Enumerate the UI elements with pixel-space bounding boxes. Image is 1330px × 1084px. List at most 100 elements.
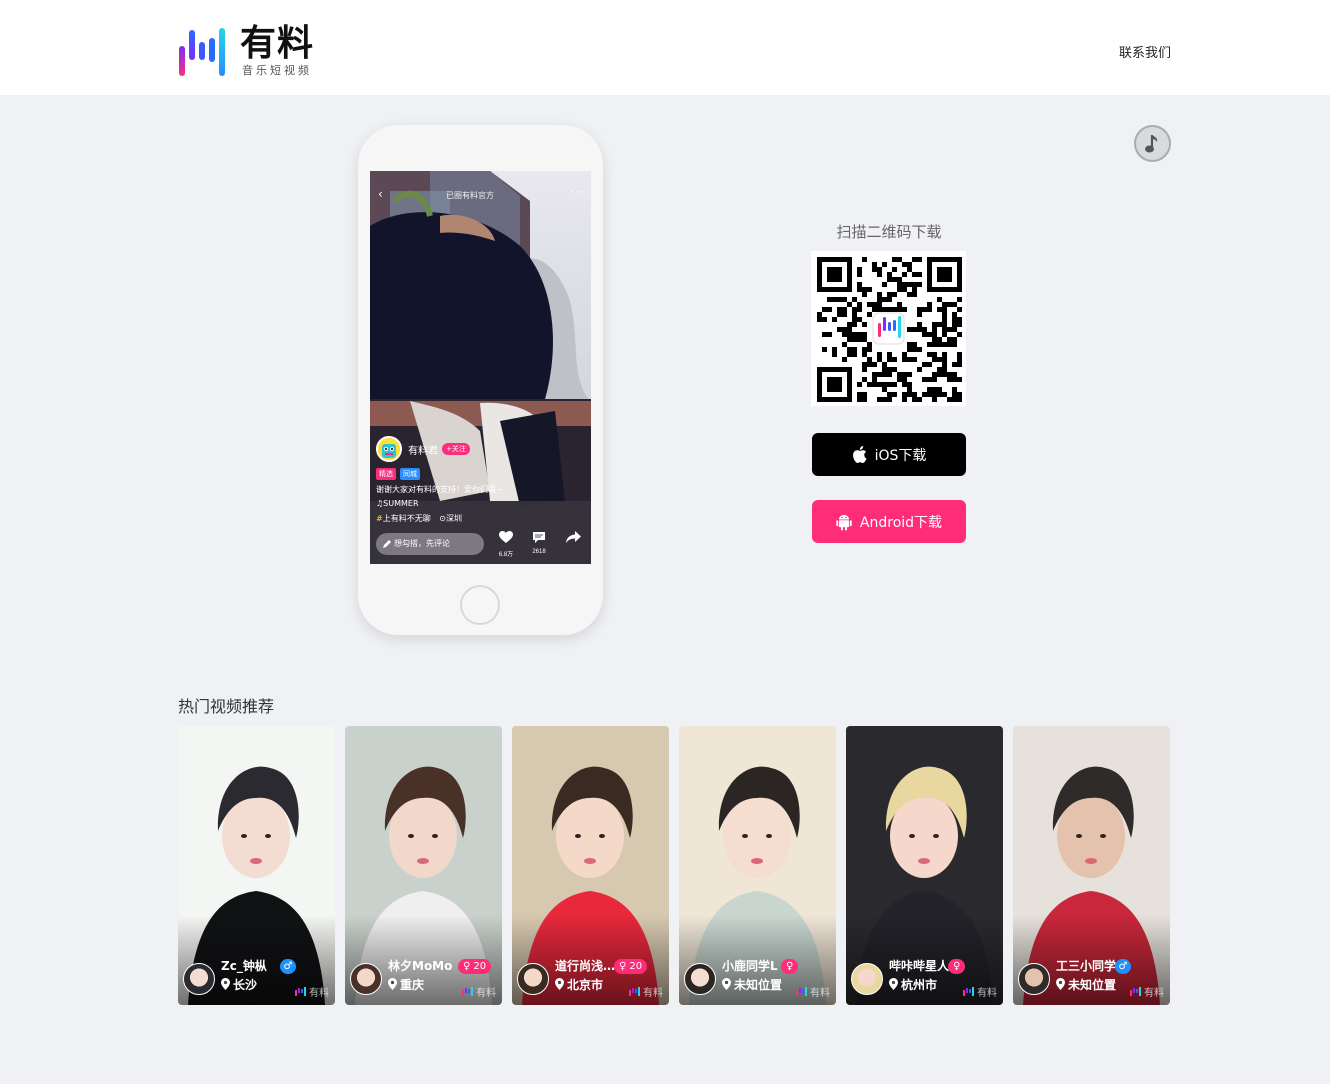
user-location: 长沙 <box>221 976 257 993</box>
share-icon <box>565 531 581 543</box>
android-icon <box>836 514 852 530</box>
android-download-button[interactable]: Android下载 <box>812 500 966 543</box>
watermark-label: 有料 <box>977 988 997 999</box>
user-name[interactable]: 工三小同学 <box>1056 957 1116 974</box>
watermark-logo-icon <box>963 987 974 996</box>
watermark-logo-icon <box>629 987 640 996</box>
music-toggle-button[interactable] <box>1134 125 1171 162</box>
user-location: 未知位置 <box>722 976 782 993</box>
watermark: 有料 <box>629 984 663 999</box>
location-pin-icon <box>221 978 233 992</box>
channel-label: 已圈有料官方 <box>446 191 494 200</box>
video-card[interactable]: Zc_钟枞 ♂ 长沙有料 <box>178 726 335 1005</box>
heart-icon <box>499 531 513 543</box>
watermark: 有料 <box>462 984 496 999</box>
location-pin-icon <box>1056 978 1068 992</box>
logo-bars-icon <box>179 28 225 76</box>
topic-hash-icon: # <box>376 514 383 523</box>
watermark: 有料 <box>796 984 830 999</box>
comment-input[interactable]: 想勾搭，先评论 <box>376 533 484 555</box>
location-pin-icon <box>388 978 400 992</box>
video-card[interactable]: 道行尚浅… ♀ 20 北京市 有料 <box>512 726 669 1005</box>
watermark-logo-icon <box>462 987 473 996</box>
follow-button[interactable]: +关注 <box>442 443 470 455</box>
video-card[interactable]: 林夕MoMo ♀ 20 重庆有料 <box>345 726 502 1005</box>
location-pin-icon <box>889 978 901 992</box>
location-pin-icon <box>722 978 734 992</box>
female-icon: ♀ <box>953 961 961 972</box>
user-name[interactable]: 小鹿同学L <box>722 957 778 974</box>
location-label: 长沙 <box>233 978 258 992</box>
logo[interactable]: 有料 音乐短视频 <box>178 24 318 78</box>
watermark-label: 有料 <box>476 988 496 999</box>
android-download-label: Android下载 <box>859 514 943 531</box>
location-label: 重庆 <box>400 978 425 992</box>
tag-featured: 精选 <box>376 468 396 480</box>
ios-download-button[interactable]: iOS下载 <box>812 433 966 476</box>
watermark: 有料 <box>1130 984 1164 999</box>
comment-button[interactable]: 2618 <box>527 531 551 555</box>
female-badge: ♀ <box>948 959 966 974</box>
user-name[interactable]: Zc_钟枞 <box>221 957 267 974</box>
watermark-label: 有料 <box>1144 988 1164 999</box>
logo-subtitle: 音乐短视频 <box>242 64 312 77</box>
female-badge: ♀ 20 <box>614 959 648 974</box>
mascot-icon <box>378 438 400 460</box>
logo-title: 有料 <box>240 23 315 64</box>
hot-videos-list: Zc_钟枞 ♂ 长沙 有料 林夕MoMo ♀ 20 重庆 有料 道行尚浅… ♀ 20 北京市 有料 小鹿同学… <box>178 726 1170 1005</box>
user-avatar[interactable] <box>350 963 382 995</box>
location-label: 未知位置 <box>734 978 783 992</box>
share-button[interactable] <box>561 531 585 549</box>
tag-local: 同城 <box>400 468 420 480</box>
male-badge: ♂ <box>280 959 296 974</box>
user-name[interactable]: 道行尚浅… <box>555 957 615 974</box>
location-pin-small-icon: ⊙ <box>439 514 446 523</box>
download-qr-code <box>811 251 966 406</box>
user-location: 北京市 <box>555 976 603 993</box>
female-badge: ♀ 20 <box>458 959 492 974</box>
ios-download-label: iOS下载 <box>874 447 927 464</box>
author-name: 有料君 <box>408 445 438 457</box>
video-caption: 谢谢大家对有料的支持！爱你们哦~ <box>376 485 503 494</box>
author-avatar[interactable] <box>376 436 402 462</box>
watermark-label: 有料 <box>309 988 329 999</box>
user-location: 未知位置 <box>1056 976 1116 993</box>
user-location: 重庆 <box>388 976 424 993</box>
video-card[interactable]: 工三小同学 ♂ 未知位置 有料 <box>1013 726 1170 1005</box>
like-count: 6.8万 <box>498 552 514 558</box>
user-name[interactable]: 林夕MoMo <box>388 957 452 974</box>
user-avatar[interactable] <box>851 963 883 995</box>
phone-screen-preview: ‹ 已圈有料官方 ··· 有料君 +关注 精选 同城 谢谢大家对有料的支持！爱你… <box>370 171 591 564</box>
user-name[interactable]: 哔咔哔星人 <box>889 957 949 974</box>
badge-count: 20 <box>629 961 643 972</box>
watermark-label: 有料 <box>810 988 830 999</box>
badge-count: 20 <box>473 961 487 972</box>
location-label: 北京市 <box>567 978 604 992</box>
female-icon: ♀ <box>619 961 627 972</box>
female-icon: ♀ <box>463 961 471 972</box>
location-label: 杭州市 <box>901 978 938 992</box>
watermark-logo-icon <box>1130 987 1141 996</box>
location-pin-icon <box>555 978 567 992</box>
video-top-bar: ‹ 已圈有料官方 ··· <box>370 185 591 205</box>
female-icon: ♀ <box>786 961 794 972</box>
contact-us-link[interactable]: 联系我们 <box>1119 42 1171 61</box>
video-tags: 精选 同城 <box>376 468 420 480</box>
back-icon[interactable]: ‹ <box>378 187 383 201</box>
like-button[interactable]: 6.8万 <box>494 531 518 558</box>
video-card[interactable]: 哔咔哔星人 ♀ 杭州市有料 <box>846 726 1003 1005</box>
user-avatar[interactable] <box>183 963 215 995</box>
user-avatar[interactable] <box>517 963 549 995</box>
female-badge: ♀ <box>781 959 799 974</box>
phone-mockup: ‹ 已圈有料官方 ··· 有料君 +关注 精选 同城 谢谢大家对有料的支持！爱你… <box>358 125 603 635</box>
watermark: 有料 <box>963 984 997 999</box>
user-avatar[interactable] <box>1018 963 1050 995</box>
user-location: 杭州市 <box>889 976 937 993</box>
video-card[interactable]: 小鹿同学L ♀ 未知位置有料 <box>679 726 836 1005</box>
topic-label[interactable]: 上有料不无聊 <box>383 514 431 523</box>
pencil-icon <box>383 540 391 548</box>
video-topic-row: #上有料不无聊 ⊙深圳 <box>376 513 462 524</box>
user-avatar[interactable] <box>684 963 716 995</box>
more-icon[interactable]: ··· <box>571 185 585 199</box>
watermark: 有料 <box>295 984 329 999</box>
